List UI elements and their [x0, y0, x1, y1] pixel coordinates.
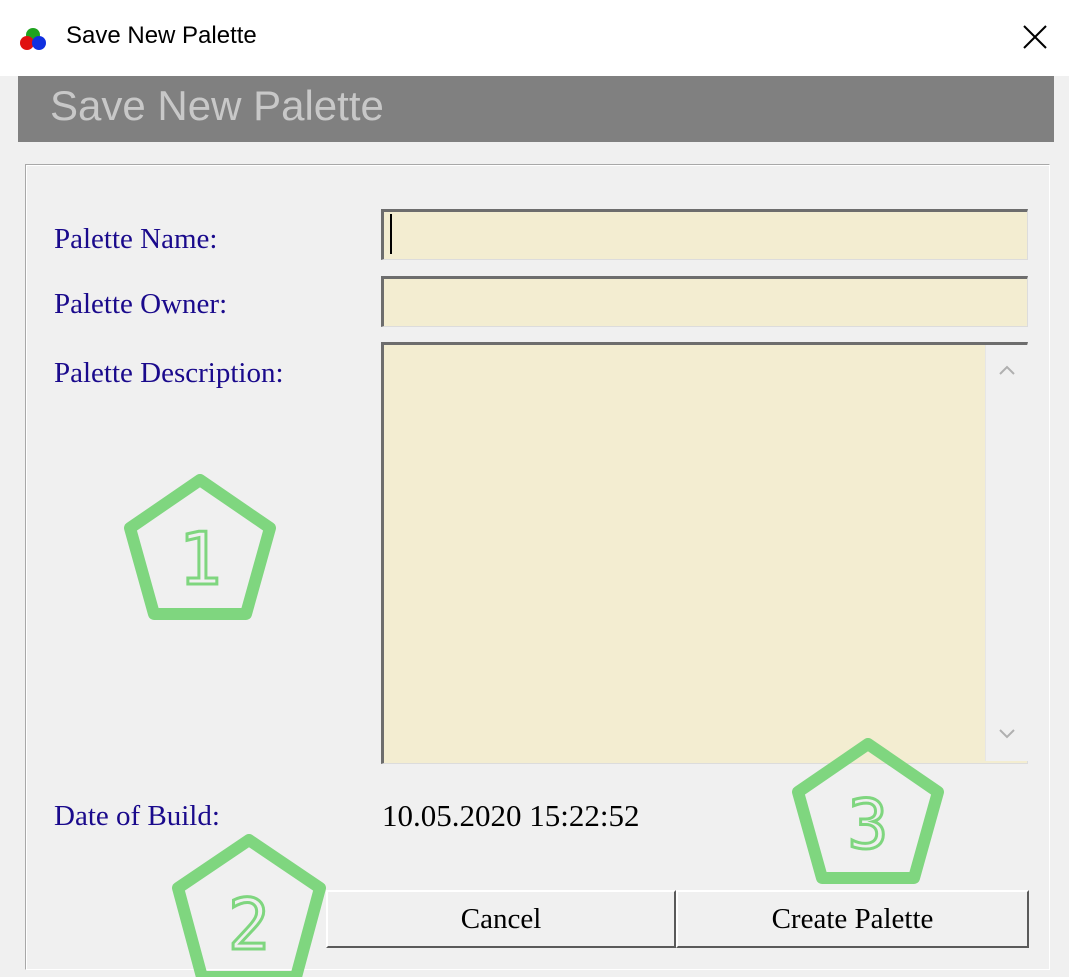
annotation-3-label: 3: [848, 786, 889, 865]
palette-name-input[interactable]: [381, 209, 1028, 260]
date-of-build-label: Date of Build:: [54, 800, 220, 832]
scroll-down-button[interactable]: [986, 715, 1028, 755]
scroll-up-button[interactable]: [986, 351, 1028, 391]
cancel-button[interactable]: Cancel: [326, 890, 676, 948]
text-caret: [390, 214, 392, 254]
date-of-build-value: 10.05.2020 15:22:52: [382, 798, 640, 833]
palette-owner-input[interactable]: [381, 276, 1028, 327]
title-bar: Save New Palette: [0, 0, 1069, 76]
palette-owner-label: Palette Owner:: [54, 288, 228, 320]
palette-name-label: Palette Name:: [54, 223, 218, 255]
description-scrollbar[interactable]: [985, 345, 1028, 761]
close-icon: [1022, 24, 1048, 55]
annotation-3: 3: [792, 738, 944, 884]
window-title: Save New Palette: [66, 22, 257, 49]
save-palette-dialog: Save New Palette Save New Palette Palett…: [0, 0, 1069, 977]
banner-title: Save New Palette: [50, 82, 384, 129]
rgb-circles-icon: [18, 26, 48, 52]
close-button[interactable]: [1010, 14, 1060, 64]
chevron-up-icon: [999, 362, 1015, 380]
annotation-2-label: 2: [228, 884, 270, 966]
create-palette-button[interactable]: Create Palette: [676, 890, 1029, 948]
annotation-1: 1: [124, 474, 276, 620]
palette-description-textarea[interactable]: [381, 342, 1028, 764]
annotation-1-label: 1: [178, 517, 221, 601]
header-banner: Save New Palette: [18, 76, 1054, 142]
chevron-down-icon: [999, 726, 1015, 744]
annotation-2: 2: [172, 834, 326, 977]
palette-description-label: Palette Description:: [54, 357, 284, 389]
